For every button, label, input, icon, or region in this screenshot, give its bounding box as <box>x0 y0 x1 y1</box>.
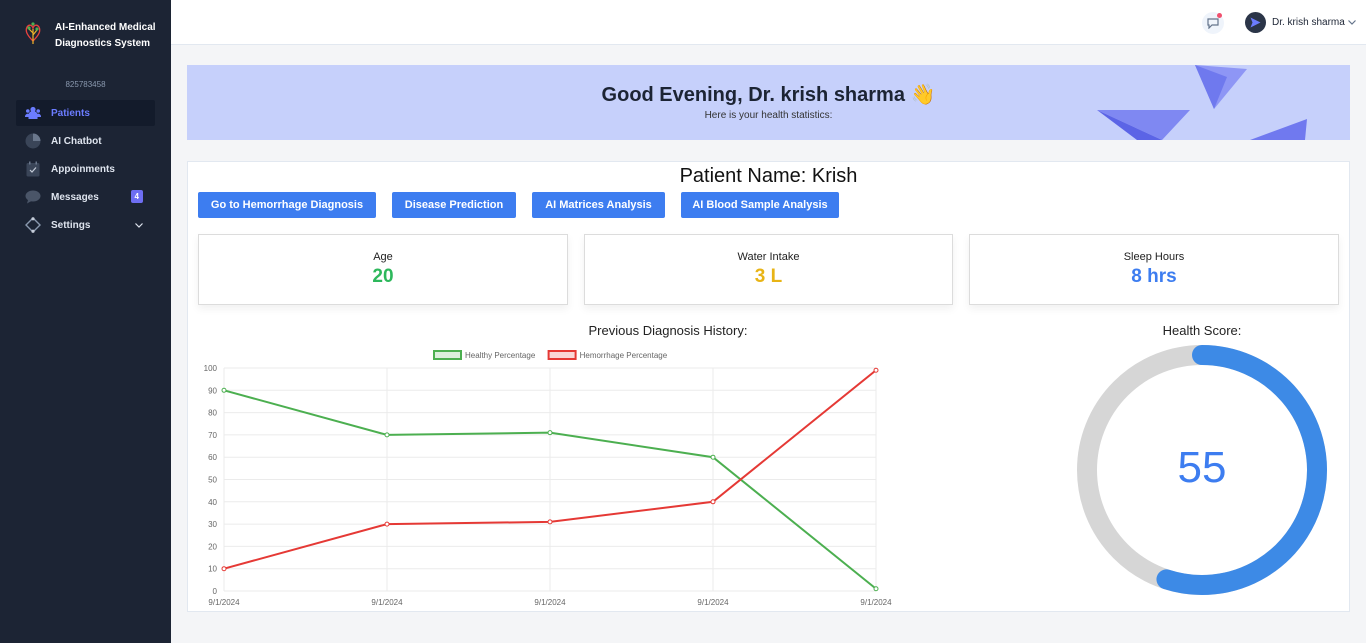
patient-name: Patient Name: Krish <box>679 165 858 187</box>
message-icon <box>24 189 42 205</box>
history-chart-title: Previous Diagnosis History: <box>588 323 748 338</box>
user-menu[interactable]: Dr. krish sharma <box>1245 12 1356 33</box>
data-point <box>384 432 390 438</box>
greeting-subtitle: Here is your health statistics: <box>704 110 833 121</box>
ai-matrices-analysis-button[interactable]: AI Matrices Analysis <box>532 192 665 218</box>
legend-label: Healthy Percentage <box>465 351 536 360</box>
top-header: Dr. krish sharma <box>171 0 1366 45</box>
stat-label: Age <box>373 251 393 263</box>
greeting-text: Good Evening, Dr. krish sharma 👋 <box>601 84 936 106</box>
sidebar-item-label: Appoinments <box>51 163 115 175</box>
data-point <box>873 586 879 592</box>
sidebar-item-patients[interactable]: Patients <box>16 100 155 126</box>
sleep-hours-stat-card: Sleep Hours 8 hrs <box>969 234 1339 305</box>
health-score-title: Health Score: <box>1162 323 1242 338</box>
sidebar-item-appoinments[interactable]: Appoinments <box>16 156 155 182</box>
y-tick-label: 20 <box>208 542 217 551</box>
sidebar-item-label: Messages <box>51 191 99 203</box>
sidebar-item-label: Patients <box>51 107 90 119</box>
stat-label: Water Intake <box>737 251 800 263</box>
y-tick-label: 10 <box>208 565 217 574</box>
health-score-gauge: 55 <box>1077 345 1327 595</box>
calendar-icon <box>24 161 42 177</box>
legend-swatch <box>547 350 577 360</box>
x-tick-label: 9/1/2024 <box>208 598 240 607</box>
patient-card: Patient Name: Krish Go to Hemorrhage Dia… <box>187 161 1350 612</box>
brand-title: AI-Enhanced Medical Diagnostics System <box>55 22 156 49</box>
data-point <box>873 367 879 373</box>
age-stat-card: Age 20 <box>198 234 568 305</box>
stat-value: 20 <box>372 266 394 287</box>
y-tick-label: 50 <box>208 476 217 485</box>
data-point <box>384 521 390 527</box>
sidebar-item-label: Settings <box>51 219 91 231</box>
logo-icon <box>25 22 41 44</box>
x-tick-label: 9/1/2024 <box>697 598 729 607</box>
data-point <box>710 454 716 460</box>
x-tick-label: 9/1/2024 <box>860 598 892 607</box>
patients-icon <box>24 105 42 121</box>
avatar <box>1245 12 1266 33</box>
y-tick-label: 30 <box>208 520 217 529</box>
disease-prediction-button[interactable]: Disease Prediction <box>392 192 516 218</box>
send-icon <box>1250 17 1261 28</box>
sidebar-nav: Patients AI Chatbot Appoinments Messages… <box>0 100 171 238</box>
legend-label: Hemorrhage Percentage <box>580 351 668 360</box>
brand[interactable]: AI-Enhanced Medical Diagnostics System <box>0 0 171 52</box>
y-tick-label: 60 <box>208 453 217 462</box>
data-point <box>221 387 227 393</box>
notification-dot <box>1217 13 1222 18</box>
y-tick-label: 40 <box>208 498 217 507</box>
stat-label: Sleep Hours <box>1123 251 1185 263</box>
stat-value: 3 L <box>754 266 783 287</box>
y-tick-label: 70 <box>208 431 217 440</box>
sidebar-item-ai-chatbot[interactable]: AI Chatbot <box>16 128 155 154</box>
data-point <box>547 519 553 525</box>
diagnosis-history-chart: 0 10 20 30 40 50 60 70 80 90 100 9/1/2024 9/1/2024 9/… <box>204 350 892 607</box>
x-tick-label: 9/1/2024 <box>371 598 403 607</box>
y-tick-label: 80 <box>208 409 217 418</box>
ai-blood-sample-analysis-button[interactable]: AI Blood Sample Analysis <box>681 192 839 218</box>
y-tick-label: 90 <box>208 386 217 395</box>
y-tick-label: 100 <box>204 364 218 373</box>
x-tick-label: 9/1/2024 <box>534 598 566 607</box>
legend-swatch <box>433 350 462 360</box>
y-tick-label: 0 <box>213 587 218 596</box>
data-point <box>221 566 227 572</box>
hemorrhage-diagnosis-button[interactable]: Go to Hemorrhage Diagnosis <box>198 192 376 218</box>
data-point <box>547 430 553 436</box>
messages-badge: 4 <box>130 190 143 203</box>
chat-icon <box>1207 17 1219 29</box>
sidebar-item-label: AI Chatbot <box>51 135 102 147</box>
chevron-down-icon <box>1347 20 1356 25</box>
health-score-value: 55 <box>1178 443 1227 492</box>
chat-notification-button[interactable] <box>1202 12 1224 34</box>
water-intake-stat-card: Water Intake 3 L <box>584 234 953 305</box>
account-id: 825783458 <box>65 80 106 89</box>
sidebar: AI-Enhanced Medical Diagnostics System 8… <box>0 0 171 643</box>
chatbot-icon <box>24 133 42 149</box>
settings-icon <box>24 217 42 233</box>
stat-value: 8 hrs <box>1131 266 1177 287</box>
sidebar-item-settings[interactable]: Settings <box>16 212 155 238</box>
welcome-banner: Good Evening, Dr. krish sharma 👋 Here is… <box>187 65 1350 140</box>
user-name: Dr. krish sharma <box>1272 17 1345 28</box>
chevron-down-icon <box>135 220 143 231</box>
data-point <box>710 499 716 505</box>
sidebar-item-messages[interactable]: Messages 4 <box>16 184 155 210</box>
